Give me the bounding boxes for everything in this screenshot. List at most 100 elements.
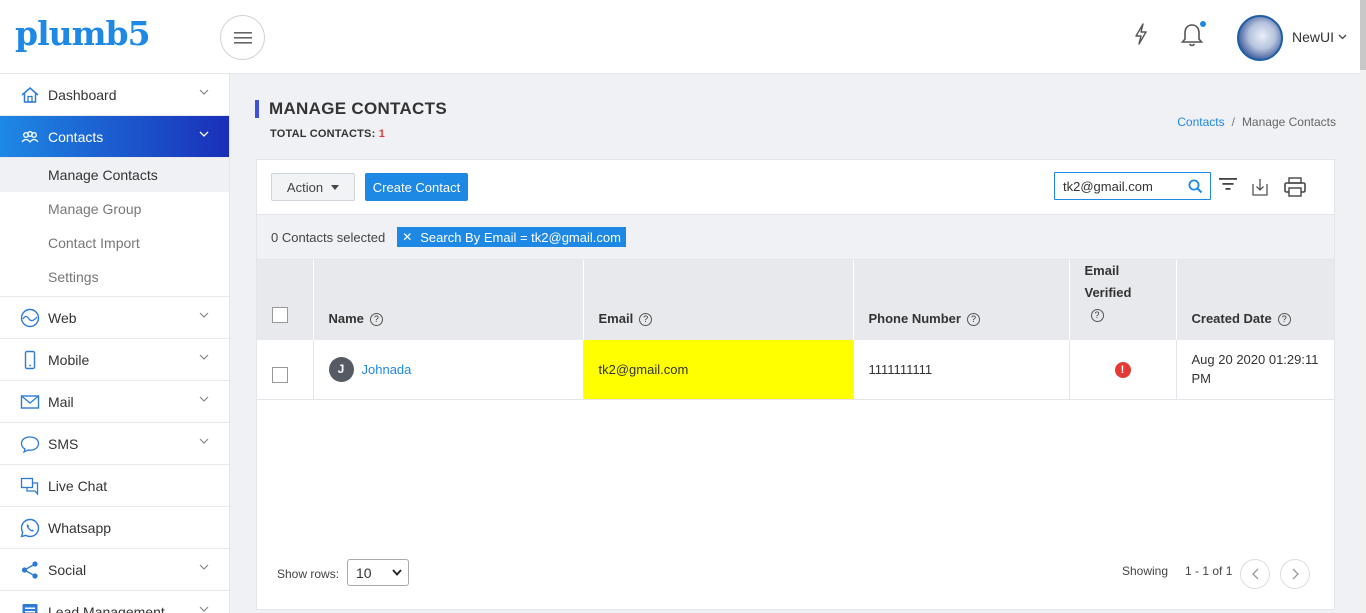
sidebar-item-web[interactable]: Web [0, 297, 229, 339]
row-select-cell [257, 340, 314, 400]
quick-actions-button[interactable] [1133, 22, 1149, 46]
sidebar-item-whatsapp[interactable]: Whatsapp [0, 507, 229, 549]
column-label: Created Date [1191, 311, 1272, 326]
help-icon[interactable]: ? [639, 312, 653, 326]
column-label: Email Verified [1084, 263, 1132, 300]
sidebar-item-dashboard[interactable]: Dashboard [0, 74, 229, 116]
not-verified-icon: ! [1114, 361, 1131, 378]
action-dropdown-button[interactable]: Action [271, 173, 355, 201]
column-header-name[interactable]: Name? [313, 260, 584, 340]
select-all-checkbox[interactable] [272, 307, 288, 323]
selected-count: 0 Contacts selected [271, 229, 386, 245]
print-icon[interactable] [1284, 177, 1306, 197]
sms-icon [20, 434, 40, 454]
show-rows-label: Show rows: [277, 567, 340, 581]
help-icon[interactable]: ? [1090, 308, 1104, 322]
top-bar: plumb5 NewUI [0, 0, 1366, 74]
chevron-down-icon [199, 131, 209, 137]
contacts-card: Action Create Contact 0 Contacts selecte… [256, 159, 1335, 610]
chevron-left-icon [1251, 568, 1258, 580]
column-header-created-date[interactable]: Created Date? [1176, 260, 1334, 340]
sidebar-subitem-manage-contacts[interactable]: Manage Contacts [0, 158, 229, 192]
help-icon[interactable]: ? [966, 312, 980, 326]
user-avatar[interactable] [1237, 15, 1283, 61]
column-header-email-verified[interactable]: Email Verified? [1069, 260, 1177, 340]
contact-name-link[interactable]: Johnada [362, 362, 412, 377]
sidebar-item-contacts[interactable]: Contacts [0, 116, 229, 158]
pagination-range: 1 - 1 of 1 [1185, 564, 1233, 578]
filter-icon[interactable] [1219, 177, 1237, 191]
app-logo[interactable]: plumb5 [15, 14, 151, 53]
chevron-down-icon [199, 606, 209, 612]
column-label: Phone Number [868, 311, 961, 326]
sidebar-item-live-chat[interactable]: Live Chat [0, 465, 229, 507]
rows-per-page-select[interactable]: 10 [347, 559, 409, 586]
row-checkbox[interactable] [272, 366, 288, 383]
sidebar-item-label: Dashboard [48, 86, 117, 103]
create-contact-button[interactable]: Create Contact [365, 173, 468, 201]
sidebar-item-label: SMS [48, 435, 79, 452]
filter-chip: ✕ Search By Email = tk2@gmail.com [397, 227, 626, 247]
total-contacts-count: 1 [378, 128, 386, 140]
table-header-row: Name? Email? Phone Number? Email Verifie… [257, 260, 1334, 340]
sidebar-item-social[interactable]: Social [0, 549, 229, 591]
column-header-email[interactable]: Email? [583, 260, 854, 340]
sidebar-subitem-manage-group[interactable]: Manage Group [0, 192, 229, 226]
email-verified-cell: ! [1069, 340, 1177, 400]
chevron-down-icon [199, 564, 209, 570]
column-label: Name [328, 311, 364, 326]
breadcrumb-current: Manage Contacts [1241, 115, 1336, 129]
scrollbar-thumb[interactable] [1360, 0, 1366, 70]
sidebar-item-label: Mail [48, 393, 74, 410]
contact-avatar: J [328, 356, 354, 382]
email-cell: tk2@gmail.com [583, 340, 854, 400]
contacts-table: Name? Email? Phone Number? Email Verifie… [257, 260, 1334, 400]
total-contacts: TOTAL CONTACTS: 1 [270, 128, 385, 140]
search-icon[interactable] [1188, 179, 1203, 194]
breadcrumb-contacts-link[interactable]: Contacts [1177, 115, 1224, 129]
sidebar-subitem-contact-import[interactable]: Contact Import [0, 226, 229, 260]
phone-cell: 1111111111 [853, 340, 1070, 400]
sidebar-item-mail[interactable]: Mail [0, 381, 229, 423]
mail-icon [20, 392, 40, 412]
sidebar-item-label: Whatsapp [48, 519, 112, 536]
previous-page-button[interactable] [1240, 559, 1270, 589]
lightning-icon [1135, 23, 1147, 45]
chevron-down-icon [199, 312, 209, 318]
total-contacts-label: TOTAL CONTACTS: [270, 128, 376, 140]
sidebar-item-label: Contacts [48, 128, 104, 145]
select-all-header [257, 260, 314, 340]
page-scrollbar[interactable] [1360, 0, 1366, 613]
live-chat-icon [20, 476, 40, 496]
help-icon[interactable]: ? [369, 312, 383, 326]
table-footer: Show rows: 10 Showing 1 - 1 of 1 [257, 559, 1334, 589]
sidebar-subitem-settings[interactable]: Settings [0, 260, 229, 294]
download-icon[interactable] [1252, 178, 1268, 196]
home-icon [20, 85, 40, 105]
sidebar-item-lead-management[interactable]: Lead Management [0, 591, 229, 613]
sidebar-item-label: Mobile [48, 351, 90, 368]
name-cell: J Johnada [313, 340, 584, 400]
sidebar-item-label: Lead Management [48, 603, 165, 613]
sidebar-item-sms[interactable]: SMS [0, 423, 229, 465]
table-row[interactable]: J Johnada tk2@gmail.com 1111111111 ! Aug … [257, 340, 1334, 400]
help-icon[interactable]: ? [1277, 312, 1291, 326]
search-input[interactable] [1055, 173, 1180, 199]
showing-label: Showing [1122, 564, 1169, 578]
breadcrumb-separator: / [1231, 115, 1235, 129]
chevron-right-icon [1292, 568, 1299, 580]
user-menu[interactable]: NewUI [1292, 29, 1347, 45]
notifications-button[interactable] [1180, 21, 1206, 48]
column-header-phone[interactable]: Phone Number? [853, 260, 1070, 340]
card-toolbar: Action Create Contact [257, 160, 1334, 215]
remove-filter-icon[interactable]: ✕ [402, 230, 412, 244]
rows-per-page-value: 10 [356, 564, 372, 581]
sidebar-item-label: Live Chat [48, 477, 108, 494]
web-icon [20, 308, 40, 328]
sidebar-item-label: Web [48, 309, 77, 326]
sidebar-item-mobile[interactable]: Mobile [0, 339, 229, 381]
menu-toggle-button[interactable] [220, 15, 265, 60]
chevron-down-icon [199, 89, 209, 95]
next-page-button[interactable] [1280, 559, 1310, 589]
breadcrumb: Contacts / Manage Contacts [1177, 115, 1336, 129]
